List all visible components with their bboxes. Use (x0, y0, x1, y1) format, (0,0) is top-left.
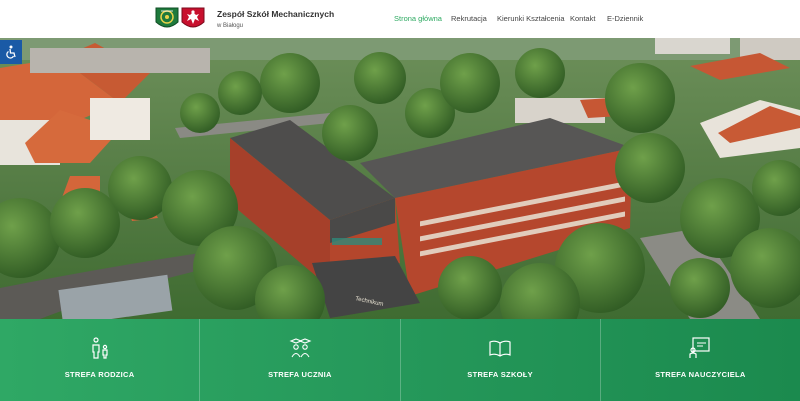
aerial-school-photo: Technikum (0, 38, 800, 319)
zone-parent-label: STREFA RODZICA (64, 370, 135, 379)
nav-e-register[interactable]: E-Dziennik (607, 14, 643, 23)
school-name[interactable]: Zespół Szkół Mechanicznych (217, 9, 334, 19)
nav-recruitment[interactable]: Rekrutacja (451, 14, 487, 23)
zone-student-label: STREFA UCZNIA (268, 370, 332, 379)
zone-student[interactable]: STREFA UCZNIA (200, 319, 401, 401)
nav-contact[interactable]: Kontakt (570, 14, 595, 23)
school-city: w Białogu (217, 23, 244, 29)
zone-parent[interactable]: STREFA RODZICA (0, 319, 201, 401)
open-book-icon (489, 340, 511, 357)
zone-teacher[interactable]: STREFA NAUCZYCIELA (601, 319, 800, 401)
nav-study-programs[interactable]: Kierunki Kształcenia (497, 14, 565, 23)
site-header: Zespół Szkół Mechanicznych w Białogu Str… (0, 0, 800, 38)
teacher-board-icon (689, 337, 710, 358)
parent-child-icon (92, 337, 108, 359)
nav-home[interactable]: Strona główna (394, 14, 442, 23)
wheelchair-icon (6, 45, 16, 59)
students-icon (289, 338, 312, 358)
zone-school-label: STREFA SZKOŁY (467, 370, 533, 379)
accessibility-button[interactable] (0, 40, 22, 64)
zones-bar: STREFA RODZICA STREFA UCZNIA STREFA SZKO… (0, 319, 800, 401)
zone-school[interactable]: STREFA SZKOŁY (401, 319, 601, 401)
school-logo[interactable] (154, 5, 206, 33)
hero-image: Technikum (0, 38, 800, 319)
zone-teacher-label: STREFA NAUCZYCIELA (655, 370, 746, 379)
